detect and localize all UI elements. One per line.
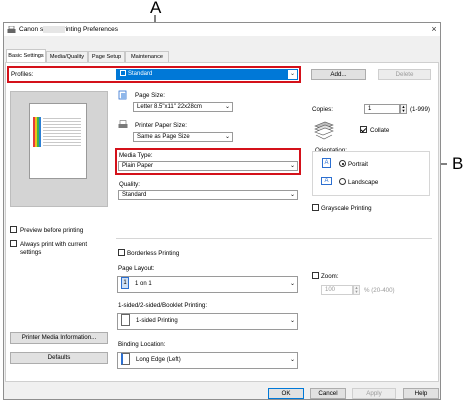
portrait-radio[interactable] (339, 160, 346, 167)
chevron-down-icon: ⌄ (289, 192, 295, 198)
printer-paper-size-select[interactable]: Same as Page Size ⌄ (133, 132, 233, 142)
duplex-select[interactable]: 1-sided Printing ⌄ (117, 313, 298, 330)
collate-pages-icon (314, 121, 334, 140)
chevron-down-icon: ⌄ (289, 163, 295, 169)
media-type-label: Media Type: (119, 152, 153, 159)
page-layout-label: Page Layout: (118, 265, 155, 272)
preview-label: Preview before printing (20, 227, 84, 234)
duplex-label: 1-sided/2-sided/Booklet Printing: (118, 302, 208, 309)
defaults-button[interactable]: Defaults (10, 352, 108, 364)
portrait-label: Portrait (348, 161, 368, 168)
tab-basic-settings[interactable]: Basic Settings (6, 49, 46, 63)
zoom-value: 100 (325, 287, 336, 293)
always-print-label: Always print with current settings (20, 241, 88, 256)
profile-icon (120, 70, 126, 76)
preview-checkbox[interactable] (10, 226, 17, 233)
grayscale-checkbox[interactable] (312, 204, 319, 211)
apply-button[interactable]: Apply (352, 388, 396, 399)
chevron-down-icon: ⌄ (288, 70, 297, 79)
portrait-icon: A (322, 158, 331, 168)
profiles-label: Profiles: (11, 71, 34, 78)
printer-paper-icon (118, 120, 128, 128)
quality-label: Quality: (119, 181, 140, 188)
model-name-redaction (43, 26, 65, 33)
page-layout-value: 1 on 1 (135, 281, 152, 287)
ok-button[interactable]: OK (268, 388, 304, 399)
borderless-label: Borderless Printing (127, 250, 180, 257)
page-size-icon (118, 90, 127, 100)
page-size-select[interactable]: Letter 8.5"x11" 22x28cm ⌄ (133, 102, 233, 112)
collate-label: Collate (370, 127, 390, 134)
chevron-down-icon: ⌄ (224, 104, 230, 110)
zoom-label: Zoom: (321, 273, 339, 280)
chevron-down-icon: ⌄ (289, 281, 295, 287)
printer-icon (7, 26, 16, 33)
binding-label: Binding Location: (118, 341, 166, 348)
printer-media-information-button[interactable]: Printer Media Information... (10, 332, 108, 344)
profiles-select[interactable]: Standard ⌄ (116, 69, 298, 80)
zoom-input[interactable]: 100 (321, 285, 353, 295)
quality-value: Standard (122, 192, 147, 198)
copies-value: 1 (368, 106, 372, 112)
page-layout-icon: 1 (121, 277, 129, 290)
callout-b-label: B (452, 154, 464, 173)
printer-paper-size-value: Same as Page Size (137, 134, 190, 140)
help-button[interactable]: Help (403, 388, 439, 399)
zoom-checkbox[interactable] (312, 272, 319, 279)
landscape-radio[interactable] (339, 178, 346, 185)
add-profile-button[interactable]: Add... (311, 69, 366, 80)
zoom-spinner[interactable]: ▲ ▼ (353, 285, 360, 295)
chevron-down-icon: ⌄ (289, 357, 295, 363)
binding-value: Long Edge (Left) (136, 357, 181, 363)
media-type-value: Plain Paper (122, 163, 154, 169)
close-icon[interactable]: × (428, 23, 440, 35)
delete-profile-button[interactable]: Delete (378, 69, 431, 80)
media-type-select[interactable]: Plain Paper ⌄ (118, 161, 298, 171)
section-divider (116, 238, 432, 239)
copies-range: (1-999) (410, 106, 430, 113)
page-layout-select[interactable]: 1 1 on 1 ⌄ (117, 276, 298, 293)
duplex-value: 1-sided Printing (136, 318, 178, 324)
page-size-value: Letter 8.5"x11" 22x28cm (137, 104, 202, 110)
binding-page-icon (121, 353, 130, 366)
printer-paper-size-label: Printer Paper Size: (135, 122, 187, 129)
always-print-checkbox[interactable] (10, 240, 17, 247)
borderless-checkbox[interactable] (118, 249, 125, 256)
spin-down-icon[interactable]: ▼ (354, 290, 359, 294)
spin-down-icon[interactable]: ▼ (401, 109, 406, 113)
chevron-down-icon: ⌄ (224, 134, 230, 140)
copies-spinner[interactable]: ▲ ▼ (400, 104, 407, 114)
page-size-label: Page Size: (135, 92, 165, 99)
one-sided-page-icon (121, 314, 130, 327)
copies-label: Copies: (312, 106, 333, 113)
preview-content-graphic (33, 117, 81, 147)
landscape-icon: A (321, 177, 332, 185)
chevron-down-icon: ⌄ (289, 318, 295, 324)
window-title: Canon series Printing Preferences (19, 26, 118, 33)
tab-page-setup[interactable]: Page Setup (88, 51, 125, 62)
landscape-label: Landscape (348, 179, 379, 186)
collate-checkbox[interactable] (360, 126, 367, 133)
copies-input[interactable]: 1 (364, 104, 400, 114)
grayscale-label: Grayscale Printing (321, 205, 372, 212)
quality-select[interactable]: Standard ⌄ (118, 190, 298, 200)
cancel-button[interactable]: Cancel (310, 388, 346, 399)
tab-media-quality[interactable]: Media/Quality (46, 51, 88, 62)
profiles-value: Standard (128, 71, 153, 77)
zoom-unit: % (20-400) (364, 287, 395, 294)
tab-maintenance[interactable]: Maintenance (125, 51, 169, 62)
binding-select[interactable]: Long Edge (Left) ⌄ (117, 352, 298, 369)
